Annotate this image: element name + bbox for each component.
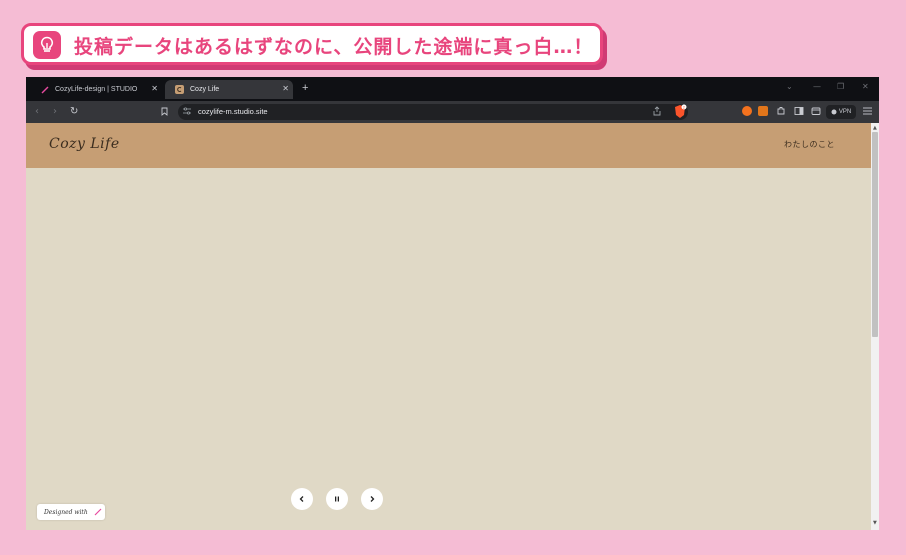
slider-prev-button[interactable] [291, 488, 313, 510]
callout-banner: 投稿データはあるはずなのに、公開した途端に真っ白…！ [21, 23, 603, 65]
share-icon[interactable] [652, 106, 662, 116]
browser-window: CozyLife-design | STUDIO ✕ Cozy Life ✕ +… [26, 77, 879, 530]
callout-text: 投稿データはあるはずなのに、公開した途端に真っ白…！ [74, 36, 594, 58]
url-text: cozylife-m.studio.site [198, 107, 268, 116]
tab-cozylife[interactable]: Cozy Life ✕ [165, 80, 293, 99]
duckduckgo-extension-icon[interactable] [742, 106, 752, 116]
globe-icon [831, 109, 837, 115]
studio-pen-icon [94, 508, 102, 516]
designed-with-badge[interactable]: Designed with [37, 504, 105, 520]
close-icon[interactable]: ✕ [151, 84, 158, 93]
close-icon[interactable]: ✕ [282, 84, 289, 93]
address-bar[interactable]: cozylife-m.studio.site [178, 104, 688, 120]
scroll-down-arrow-icon[interactable]: ▼ [873, 520, 877, 526]
slider-pause-button[interactable] [326, 488, 348, 510]
scroll-up-arrow-icon[interactable]: ▲ [873, 125, 877, 131]
site-settings-icon[interactable] [183, 107, 191, 115]
forward-icon[interactable]: › [53, 106, 57, 117]
back-icon[interactable]: ‹ [35, 106, 39, 117]
minimize-icon[interactable]: — [813, 82, 821, 91]
new-tab-button[interactable]: + [302, 82, 308, 94]
vpn-button[interactable]: VPN [826, 105, 856, 119]
vpn-label: VPN [838, 109, 852, 115]
chevron-left-icon [299, 496, 304, 502]
wallet-icon[interactable] [811, 106, 821, 116]
pause-icon [335, 496, 339, 502]
site-logo[interactable]: Cozy Life [49, 136, 120, 152]
cozylife-favicon [175, 85, 184, 94]
studio-pen-icon [40, 85, 49, 94]
toolbar: ‹ › ↻ cozylife-m.studio.site 2 VPN [26, 101, 879, 123]
chevron-down-icon[interactable]: ⌄ [786, 82, 793, 91]
hamburger-menu-icon[interactable] [863, 107, 872, 115]
page-scrollbar[interactable]: ▲ ▼ [871, 123, 879, 530]
slider-next-button[interactable] [361, 488, 383, 510]
restore-icon[interactable]: ❐ [837, 82, 844, 91]
tab-bar: CozyLife-design | STUDIO ✕ Cozy Life ✕ +… [26, 77, 879, 101]
chevron-right-icon [370, 496, 375, 502]
tab-label: CozyLife-design | STUDIO [55, 86, 138, 93]
brave-shield-icon[interactable]: 2 [673, 104, 687, 119]
badge-text: Designed with [44, 508, 88, 516]
tab-label: Cozy Life [190, 86, 220, 93]
tab-studio[interactable]: CozyLife-design | STUDIO ✕ [30, 80, 162, 99]
scrollbar-thumb[interactable] [872, 132, 878, 337]
extensions-icon[interactable] [776, 106, 786, 116]
site-header: Cozy Life わたしのこと [26, 123, 871, 168]
metamask-extension-icon[interactable] [758, 106, 768, 116]
nav-link-about[interactable]: わたしのこと [784, 139, 835, 150]
reload-icon[interactable]: ↻ [70, 106, 78, 117]
bookmark-icon[interactable] [161, 107, 168, 116]
lightbulb-icon [33, 31, 61, 59]
svg-text:2: 2 [683, 105, 685, 109]
page-viewport: Cozy Life わたしのこと Designed with [26, 123, 871, 530]
sidebar-toggle-icon[interactable] [794, 106, 804, 116]
window-close-icon[interactable]: ✕ [862, 82, 869, 91]
